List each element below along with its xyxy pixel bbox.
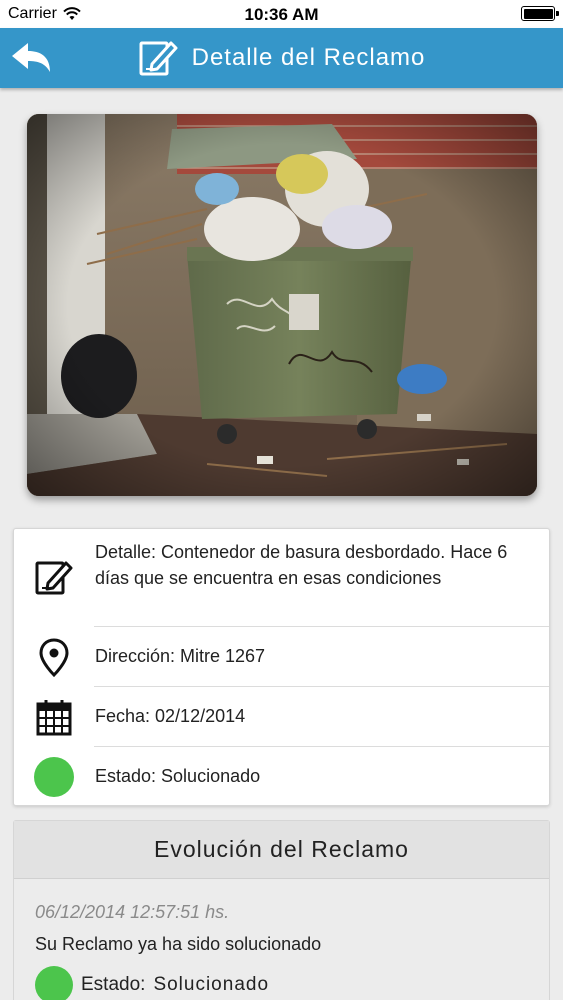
- detail-address: Dirección: Mitre 1267: [95, 646, 266, 666]
- detail-row-status: Estado: Solucionado: [14, 747, 549, 806]
- detail-row-address: Dirección: Mitre 1267: [14, 627, 549, 686]
- evolution-status-value: Solucionado: [153, 974, 270, 995]
- detail-row-description: Detalle: Contenedor de basura desbordado…: [14, 529, 549, 626]
- evolution-entry-date: 06/12/2014 12:57:51 hs.: [35, 902, 230, 922]
- garbage-container-photo: [27, 114, 537, 496]
- evolution-header: Evolución del Reclamo: [14, 821, 549, 879]
- location-pin-icon: [39, 638, 69, 677]
- complaint-detail-card: Detalle: Contenedor de basura desbordado…: [13, 528, 550, 806]
- detail-date: Fecha: 02/12/2014: [95, 706, 246, 726]
- detail-row-date: Fecha: 02/12/2014: [14, 687, 549, 746]
- status-indicator-icon: [35, 966, 73, 1000]
- evolution-entry-message: Su Reclamo ya ha sido solucionado: [35, 934, 322, 954]
- status-bar: Carrier 10:36 AM: [0, 0, 563, 28]
- back-arrow-icon: [12, 43, 50, 72]
- nav-bar: Detalle del Reclamo: [0, 28, 563, 88]
- complaint-photo: [27, 114, 537, 496]
- edit-document-icon: [35, 561, 73, 595]
- nav-title-group: Detalle del Reclamo: [138, 38, 426, 78]
- status-time: 10:36 AM: [244, 5, 319, 24]
- page-title: Detalle del Reclamo: [191, 44, 426, 71]
- battery-icon: [521, 6, 559, 21]
- evolution-card: Evolución del Reclamo 06/12/2014 12:57:5…: [13, 820, 550, 1000]
- evolution-status-label: Estado:: [81, 974, 146, 995]
- calendar-icon: [36, 700, 72, 736]
- evolution-entry-status: Estado: Solucionado: [35, 966, 269, 1000]
- detail-description: Detalle: Contenedor de basura desbordado…: [95, 542, 508, 588]
- evolution-title: Evolución del Reclamo: [154, 836, 409, 862]
- edit-document-icon: [139, 41, 178, 76]
- detail-status: Estado: Solucionado: [95, 766, 261, 786]
- status-indicator-icon: [34, 757, 74, 797]
- back-button[interactable]: [10, 40, 54, 76]
